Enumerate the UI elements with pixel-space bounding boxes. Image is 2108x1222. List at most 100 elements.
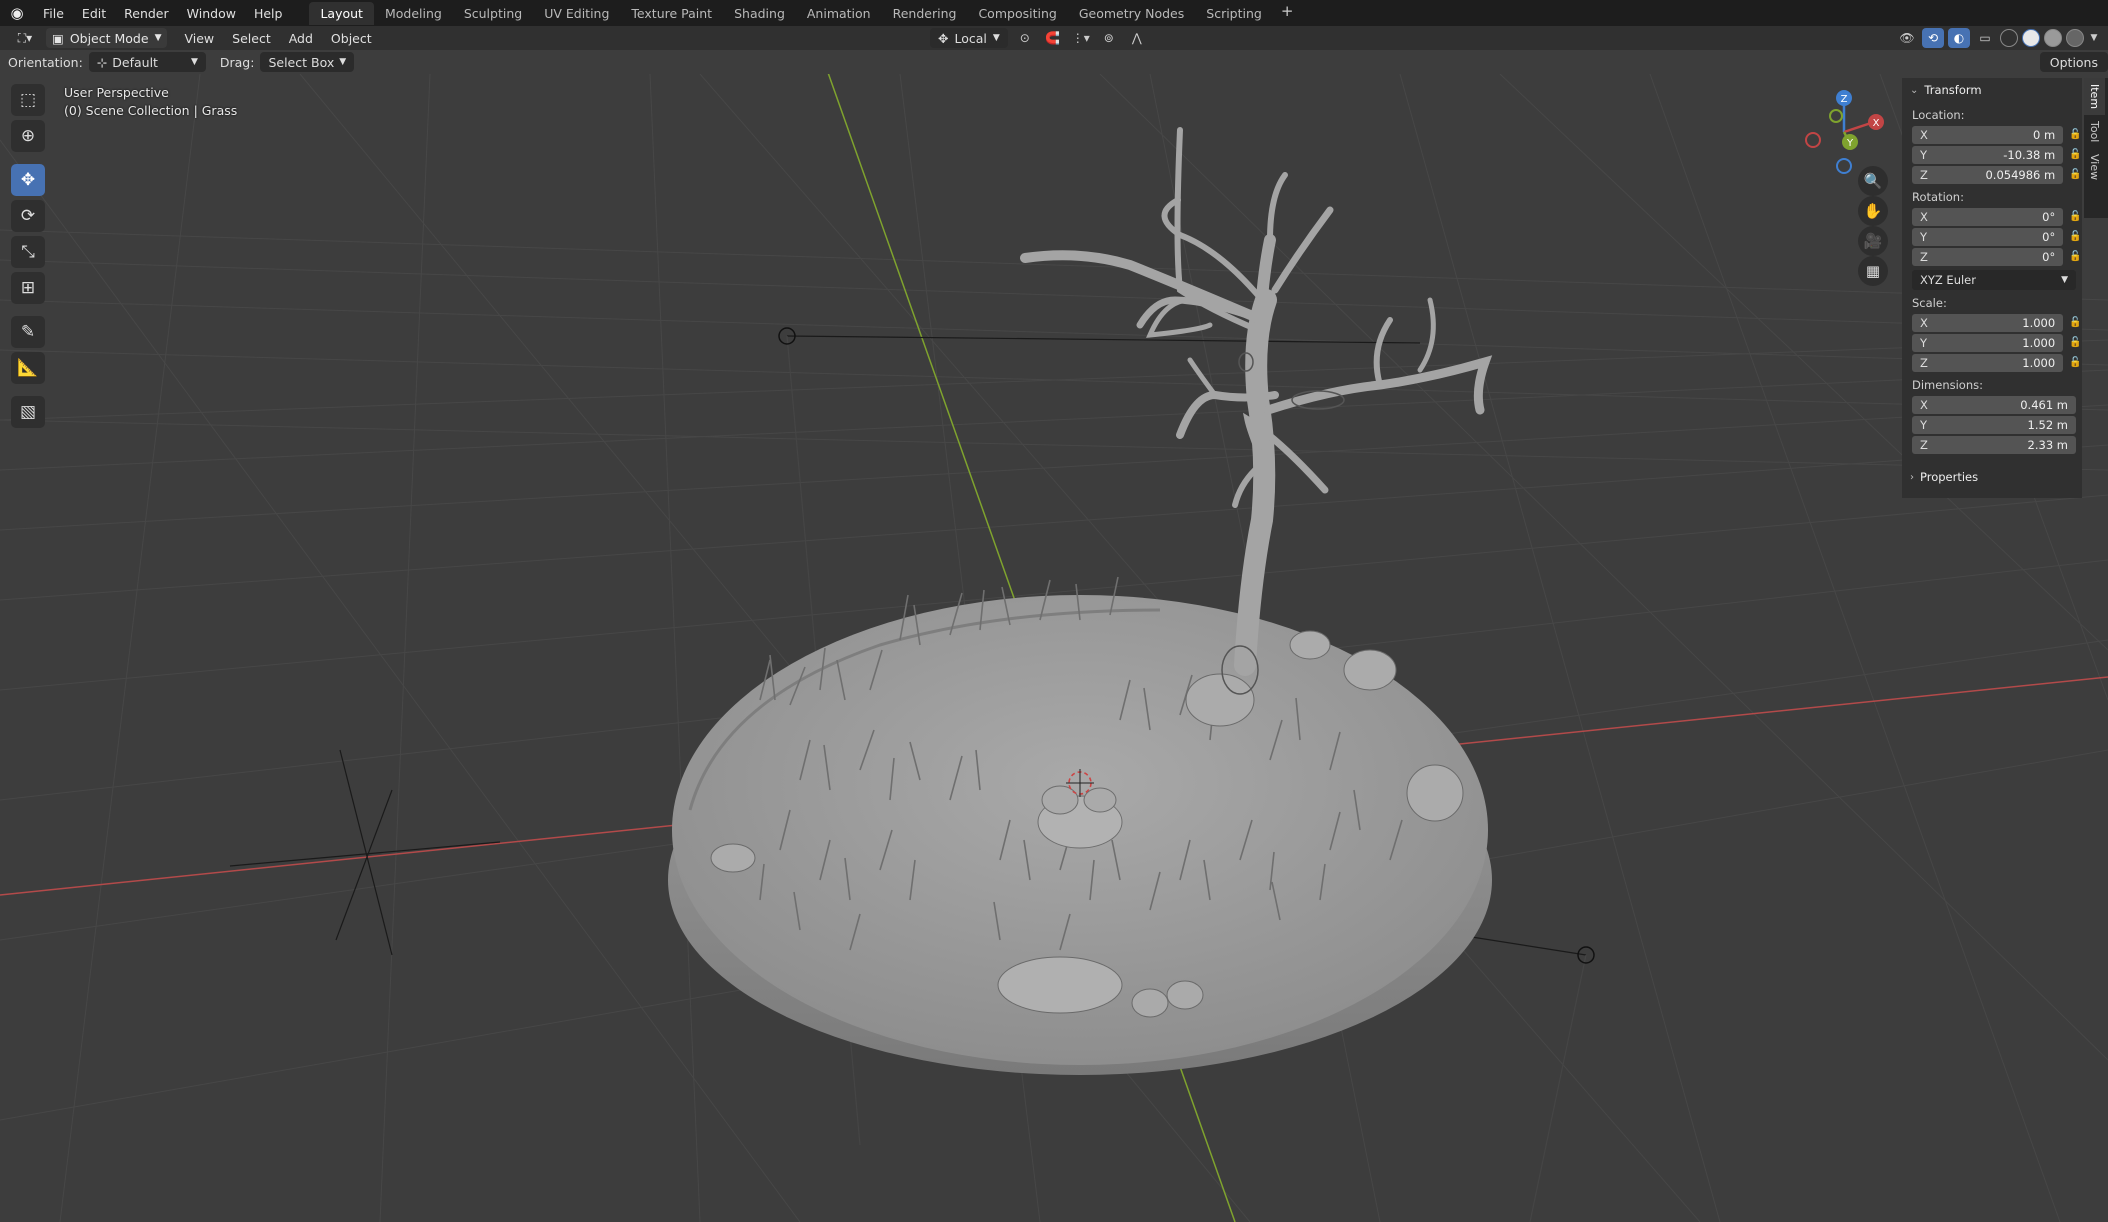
lock-icon[interactable]: 🔓: [2069, 168, 2082, 182]
rotation-z-field[interactable]: Z 0°: [1912, 247, 2064, 266]
orientation-dropdown[interactable]: ⊹ Default ▼: [88, 52, 206, 72]
lock-icon[interactable]: 🔓: [2069, 230, 2082, 244]
transform-panel-header[interactable]: ⌄ Transform: [1902, 78, 2082, 102]
lock-icon[interactable]: 🔓: [2069, 210, 2082, 224]
blender-logo-icon[interactable]: ◉: [8, 4, 26, 22]
lock-icon[interactable]: 🔓: [2069, 128, 2082, 142]
move-tool-icon[interactable]: ✥: [11, 164, 45, 196]
falloff-icon[interactable]: ⋀: [1126, 28, 1148, 48]
rotation-y-field[interactable]: Y 0°: [1912, 227, 2064, 246]
perspective-toggle-icon[interactable]: ▦: [1858, 256, 1888, 286]
tab-geometry-nodes[interactable]: Geometry Nodes: [1068, 2, 1195, 25]
menu-add[interactable]: Add: [280, 31, 322, 46]
tab-modeling[interactable]: Modeling: [374, 2, 453, 25]
tab-view[interactable]: View: [2084, 148, 2105, 186]
annotate-tool-icon[interactable]: ✎: [11, 316, 45, 348]
dimensions-z-field[interactable]: Z 2.33 m: [1912, 435, 2076, 454]
scale-z-field[interactable]: Z 1.000: [1912, 353, 2064, 372]
mode-dropdown-label: Object Mode: [69, 30, 149, 46]
shading-options-icon[interactable]: ▼: [2088, 28, 2100, 48]
menu-edit[interactable]: Edit: [73, 6, 115, 21]
transform-tool-icon[interactable]: ⊞: [11, 272, 45, 304]
gizmo-neg-z-axis[interactable]: [1836, 158, 1852, 174]
axis-label: Y: [1920, 229, 1928, 244]
transform-space-dropdown[interactable]: ✥ Local ▼: [930, 28, 1008, 48]
gizmo-neg-y-axis[interactable]: [1829, 109, 1843, 123]
gizmo-y-label: Y: [1846, 138, 1854, 149]
dimensions-x-field[interactable]: X 0.461 m: [1912, 395, 2076, 414]
wireframe-shading-icon[interactable]: [2000, 29, 2018, 47]
menu-select[interactable]: Select: [223, 31, 280, 46]
menu-view[interactable]: View: [175, 31, 223, 46]
mode-dropdown[interactable]: ▣ Object Mode ▼: [46, 28, 168, 48]
lock-icon[interactable]: 🔓: [2069, 356, 2082, 370]
rotate-tool-icon[interactable]: ⟳: [11, 200, 45, 232]
tab-tool[interactable]: Tool: [2084, 115, 2105, 148]
tab-shading[interactable]: Shading: [723, 2, 796, 25]
cursor-tool-icon[interactable]: ⊕: [11, 120, 45, 152]
chevron-down-icon: ▼: [154, 33, 162, 43]
add-workspace-button[interactable]: +: [1273, 2, 1302, 25]
camera-view-icon[interactable]: 🎥: [1858, 226, 1888, 256]
dimensions-y-field[interactable]: Y 1.52 m: [1912, 415, 2076, 434]
measure-tool-icon[interactable]: 📐: [11, 352, 45, 384]
tab-layout[interactable]: Layout: [309, 1, 374, 25]
axis-label: X: [1920, 397, 1928, 412]
tab-animation[interactable]: Animation: [796, 2, 882, 25]
material-preview-icon[interactable]: [2044, 29, 2062, 47]
rendered-shading-icon[interactable]: [2066, 29, 2084, 47]
tab-sculpting[interactable]: Sculpting: [453, 2, 533, 25]
lock-icon[interactable]: 🔓: [2069, 148, 2082, 162]
snap-target-icon[interactable]: ⋮▾: [1070, 28, 1092, 48]
scale-x-field[interactable]: X 1.000: [1912, 313, 2064, 332]
tab-compositing[interactable]: Compositing: [967, 2, 1067, 25]
rotation-label: Rotation:: [1912, 190, 1964, 204]
xray-toggle-icon[interactable]: ▭: [1974, 28, 1996, 48]
3d-viewport[interactable]: [0, 74, 2108, 1222]
axis-label: Z: [1920, 167, 1928, 182]
location-x-field[interactable]: X 0 m: [1912, 125, 2064, 144]
location-z-field[interactable]: Z 0.054986 m: [1912, 165, 2064, 184]
tool-settings-bar: Orientation: ⊹ Default ▼ Drag: Select Bo…: [0, 50, 2108, 74]
proportional-edit-icon[interactable]: ⊚: [1098, 28, 1120, 48]
pivot-point-icon[interactable]: ⊙: [1014, 28, 1036, 48]
options-button[interactable]: Options: [2039, 52, 2108, 72]
add-cube-tool-icon[interactable]: ▧: [11, 396, 45, 428]
scale-tool-icon[interactable]: ⤡: [11, 236, 45, 268]
axis-label: Y: [1920, 417, 1928, 432]
menu-object[interactable]: Object: [322, 31, 381, 46]
gizmo-neg-x-axis[interactable]: [1805, 132, 1821, 148]
solid-shading-icon[interactable]: [2022, 29, 2040, 47]
tab-scripting[interactable]: Scripting: [1195, 2, 1273, 25]
editor-type-icon[interactable]: ⛶▾: [10, 28, 40, 48]
lock-icon[interactable]: 🔓: [2069, 316, 2082, 330]
scale-y-field[interactable]: Y 1.000: [1912, 333, 2064, 352]
rotation-mode-dropdown[interactable]: XYZ Euler ▼: [1912, 270, 2076, 290]
menu-help[interactable]: Help: [245, 6, 292, 21]
workspace-tabs: Layout Modeling Sculpting UV Editing Tex…: [309, 1, 1302, 25]
menu-file[interactable]: File: [34, 6, 73, 21]
grass-base-model[interactable]: [668, 576, 1492, 1075]
tab-texture-paint[interactable]: Texture Paint: [620, 2, 723, 25]
drag-dropdown[interactable]: Select Box ▼: [260, 52, 355, 72]
visibility-icon[interactable]: 👁: [1896, 28, 1918, 48]
zoom-icon[interactable]: 🔍: [1858, 166, 1888, 196]
location-y-field[interactable]: Y -10.38 m: [1912, 145, 2064, 164]
axis-label: Z: [1920, 355, 1928, 370]
tab-item[interactable]: Item: [2084, 78, 2105, 116]
properties-panel-header[interactable]: › Properties: [1902, 466, 2082, 488]
lock-icon[interactable]: 🔓: [2069, 336, 2082, 350]
menu-window[interactable]: Window: [178, 6, 245, 21]
rotation-x-field[interactable]: X 0°: [1912, 207, 2064, 226]
lock-icon[interactable]: 🔓: [2069, 250, 2082, 264]
menu-render[interactable]: Render: [115, 6, 178, 21]
tab-uv-editing[interactable]: UV Editing: [533, 2, 620, 25]
overlay-toggle-icon[interactable]: ◐: [1948, 28, 1970, 48]
navigation-gizmo[interactable]: Z X Y: [1800, 86, 1890, 176]
select-box-tool-icon[interactable]: ⬚: [11, 84, 45, 116]
snap-icon[interactable]: 🧲: [1042, 28, 1064, 48]
gizmo-toggle-icon[interactable]: ⟲: [1922, 28, 1944, 48]
tab-rendering[interactable]: Rendering: [882, 2, 968, 25]
pan-hand-icon[interactable]: ✋: [1858, 196, 1888, 226]
sidebar-n-panel: ⌄ Transform Location: X 0 m 🔓 Y -10.38 m 🔓 Z…: [1902, 78, 2082, 498]
